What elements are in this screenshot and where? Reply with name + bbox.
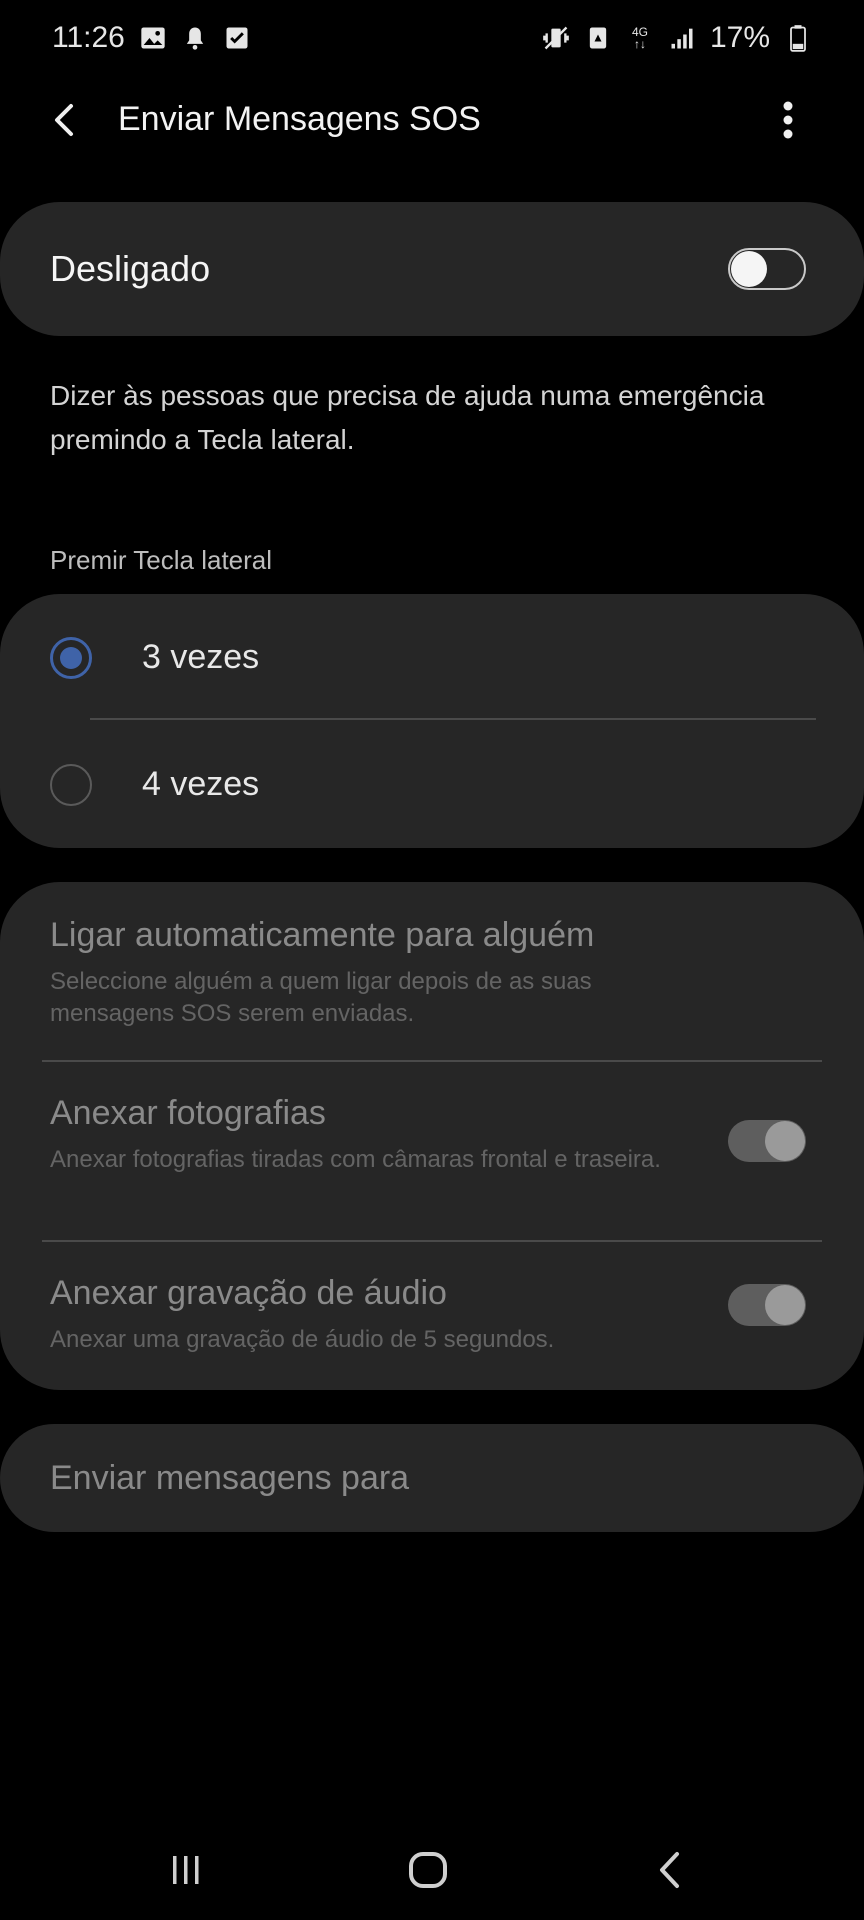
radio-option-3-times[interactable]: 3 vezes <box>0 594 864 721</box>
option-title: Anexar gravação de áudio <box>50 1274 447 1312</box>
notification-bell-icon <box>181 24 209 52</box>
radio-button-selected[interactable] <box>50 636 92 679</box>
app-bar: Enviar Mensagens SOS <box>0 76 864 160</box>
home-icon <box>409 1852 447 1888</box>
attach-audio-option[interactable]: Anexar gravação de áudio Anexar uma grav… <box>0 1242 864 1390</box>
send-messages-to-label: Enviar mensagens para <box>50 1458 410 1497</box>
gallery-icon <box>139 24 167 52</box>
system-back-button[interactable] <box>640 1840 700 1900</box>
master-toggle-card[interactable]: Desligado <box>0 202 864 336</box>
home-button[interactable] <box>398 1840 458 1900</box>
press-side-key-header: Premir Tecla lateral <box>50 545 273 575</box>
data-saver-icon <box>584 24 612 52</box>
send-messages-to-card[interactable]: Enviar mensagens para <box>0 1424 864 1532</box>
option-title: Ligar automaticamente para alguém <box>50 916 595 954</box>
back-arrow-icon <box>55 104 73 136</box>
page-title: Enviar Mensagens SOS <box>118 100 481 138</box>
master-toggle-label: Desligado <box>50 248 211 289</box>
attach-photos-option[interactable]: Anexar fotografias Anexar fotografias ti… <box>0 1062 864 1240</box>
status-bar-left: 11:26 <box>52 21 251 55</box>
attach-audio-switch[interactable] <box>728 1284 806 1326</box>
battery-icon <box>784 24 812 52</box>
more-vertical-icon <box>783 101 793 139</box>
radio-option-4-times[interactable]: 4 vezes <box>0 721 864 848</box>
network-4g-icon: 4G ↑↓ <box>631 25 648 51</box>
recent-apps-icon <box>173 1856 199 1884</box>
divider <box>90 718 816 720</box>
radio-button-unselected[interactable] <box>50 763 92 806</box>
radio-label: 4 vezes <box>142 765 260 803</box>
switch-knob <box>765 1121 805 1161</box>
more-options-button[interactable] <box>764 94 812 146</box>
status-bar-right: 4G ↑↓ 17% <box>542 21 812 55</box>
signal-icon <box>668 24 696 52</box>
master-toggle-switch[interactable] <box>728 248 806 290</box>
attach-photos-switch[interactable] <box>728 1120 806 1162</box>
status-time: 11:26 <box>52 21 125 54</box>
switch-knob <box>765 1285 805 1325</box>
option-title: Anexar fotografias <box>50 1094 326 1132</box>
status-bar: 11:26 4G ↑↓ 17% <box>0 0 864 76</box>
recent-apps-button[interactable] <box>156 1840 216 1900</box>
auto-call-option[interactable]: Ligar automaticamente para alguém Selecc… <box>0 882 864 1060</box>
battery-percentage: 17% <box>709 21 770 54</box>
vibrate-icon <box>542 24 570 52</box>
feature-description: Dizer às pessoas que precisa de ajuda nu… <box>50 380 765 455</box>
system-navigation-bar <box>0 1820 864 1920</box>
back-chevron-icon <box>660 1852 679 1888</box>
switch-knob <box>731 251 767 287</box>
press-count-card: 3 vezes 4 vezes <box>0 594 864 848</box>
option-subtitle: Anexar uma gravação de áudio de 5 segund… <box>50 1326 555 1353</box>
back-button[interactable] <box>38 94 90 146</box>
option-subtitle: Seleccione alguém a quem ligar depois de… <box>50 968 592 1027</box>
radio-label: 3 vezes <box>142 638 260 676</box>
checkbox-icon <box>223 24 251 52</box>
sos-options-card: Ligar automaticamente para alguém Selecc… <box>0 882 864 1390</box>
option-subtitle: Anexar fotografias tiradas com câmaras f… <box>50 1146 661 1173</box>
